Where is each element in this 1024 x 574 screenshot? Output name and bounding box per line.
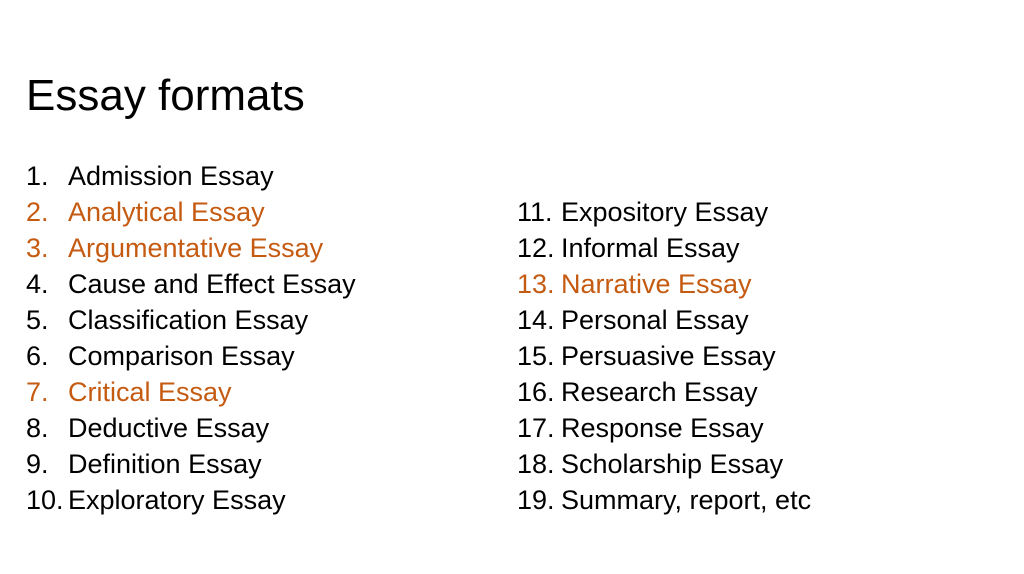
slide: Essay formats 1. Admission Essay 2. Analyt… [0,0,1024,574]
item-number: 19. [517,485,555,515]
item-number: 5. [26,305,49,335]
item-number: 1. [26,161,49,191]
item-number: 6. [26,341,49,371]
item-label: Definition Essay [68,449,262,479]
item-number: 9. [26,449,49,479]
item-label: Exploratory Essay [68,485,286,515]
item-number: 14. [517,305,555,335]
item-number: 15. [517,341,555,371]
slide-title: Essay formats [26,71,305,120]
item-label: Comparison Essay [68,341,295,371]
item-label: Classification Essay [68,305,309,335]
item-label: Cause and Effect Essay [68,269,356,299]
item-label: Scholarship Essay [561,449,784,479]
item-number: 18. [517,449,555,479]
item-number: 11. [517,197,553,227]
item-number: 13. [517,269,555,299]
item-label: Personal Essay [561,305,749,335]
item-label: Argumentative Essay [68,233,324,263]
item-label: Expository Essay [561,197,769,227]
item-label: Research Essay [561,377,758,407]
item-label: Response Essay [561,413,764,443]
item-number: 4. [26,269,49,299]
item-number: 12. [517,233,555,263]
item-number: 8. [26,413,49,443]
item-number: 7. [26,377,49,407]
item-label: Critical Essay [68,377,232,407]
item-number: 10. [26,485,64,515]
item-label: Deductive Essay [68,413,270,443]
item-number: 16. [517,377,555,407]
item-label: Persuasive Essay [561,341,776,371]
item-label: Analytical Essay [68,197,265,227]
item-label: Informal Essay [561,233,740,263]
item-label: Admission Essay [68,161,274,191]
item-label: Summary, report, etc [561,485,812,515]
item-label: Narrative Essay [561,269,752,299]
item-number: 17. [517,413,555,443]
item-number: 2. [26,197,49,227]
item-number: 3. [26,233,49,263]
